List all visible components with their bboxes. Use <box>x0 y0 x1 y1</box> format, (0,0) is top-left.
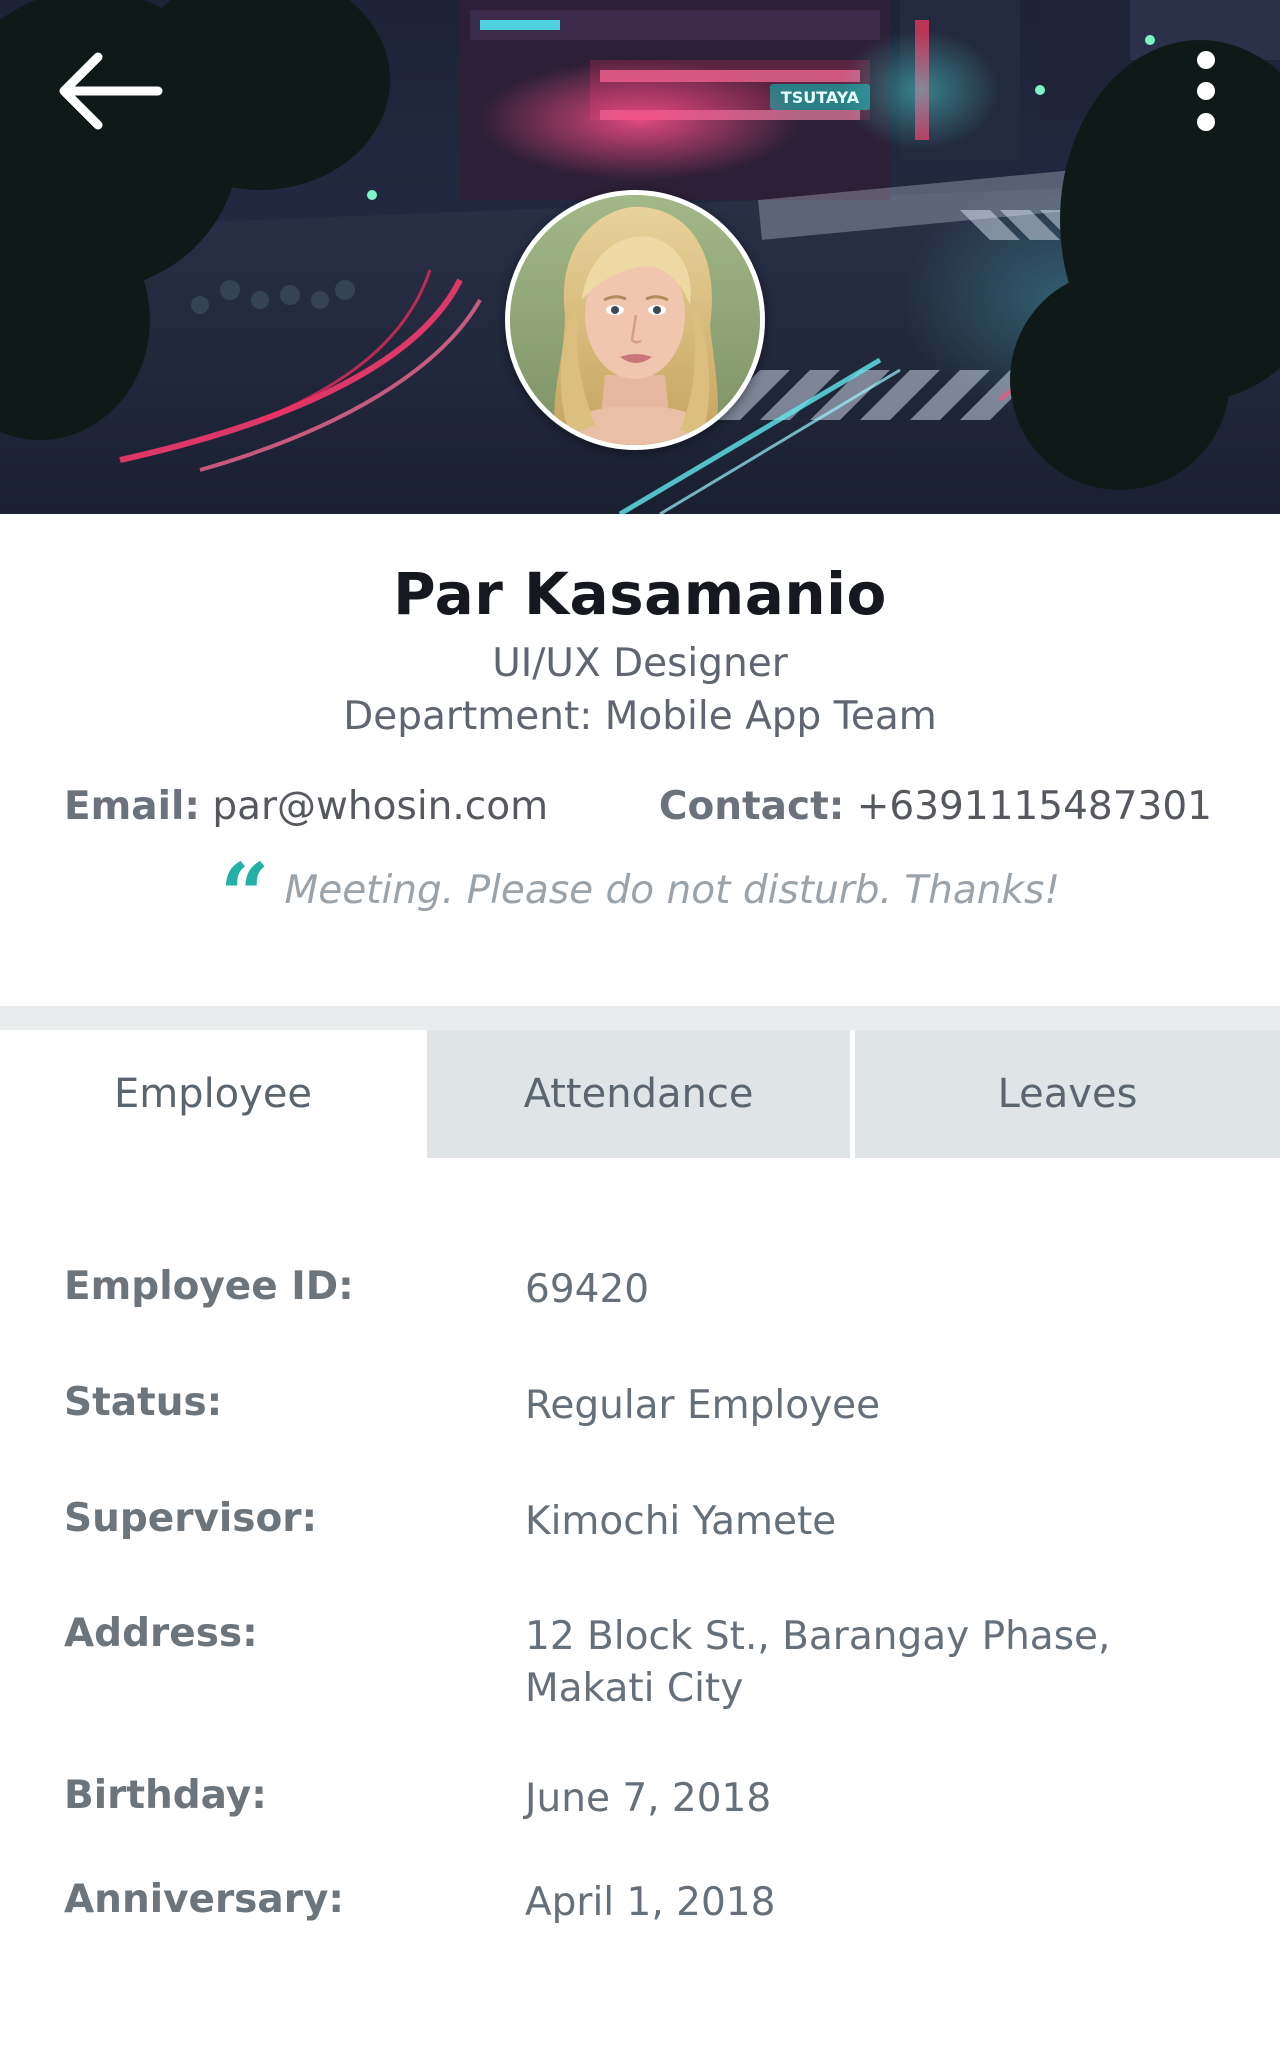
profile-header: TSUTAYA <box>0 0 1280 514</box>
email-info: Email: par@whosin.com <box>64 784 548 829</box>
profile-photo <box>510 195 760 445</box>
tab-employee[interactable]: Employee <box>0 1030 426 1158</box>
anniversary-value: April 1, 2018 <box>525 1880 776 1925</box>
employee-name: Par Kasamanio <box>393 560 887 628</box>
employee-id-value: 69420 <box>525 1267 650 1312</box>
tab-attendance[interactable]: Attendance <box>427 1030 850 1158</box>
birthday-value: June 7, 2018 <box>525 1776 772 1821</box>
department: Department: Mobile App Team <box>343 694 937 739</box>
tab-leaves[interactable]: Leaves <box>855 1030 1280 1158</box>
status-message-text: Meeting. Please do not disturb. Thanks! <box>284 868 1061 913</box>
job-title: UI/UX Designer <box>492 641 788 686</box>
address-value: 12 Block St., Barangay Phase, Makati Cit… <box>525 1614 1111 1711</box>
quote-icon: “ <box>219 845 270 946</box>
address-label: Address: <box>64 1611 258 1656</box>
anniversary-label: Anniversary: <box>64 1877 344 1922</box>
status-label: Status: <box>64 1380 223 1425</box>
supervisor-value: Kimochi Yamete <box>525 1499 837 1544</box>
section-divider <box>0 1006 1280 1030</box>
supervisor-label: Supervisor: <box>64 1496 318 1541</box>
contact-label: Contact: <box>658 784 845 829</box>
back-button[interactable] <box>54 46 166 136</box>
contact-info: Contact: +6391115487301 <box>659 784 1212 829</box>
arrow-left-icon <box>59 52 163 130</box>
email-label: Email: <box>64 784 200 829</box>
status-value: Regular Employee <box>525 1383 881 1428</box>
employee-id-label: Employee ID: <box>64 1264 354 1309</box>
avatar <box>505 190 765 450</box>
status-message: “ Meeting. Please do not disturb. Thanks… <box>0 845 1280 946</box>
birthday-label: Birthday: <box>64 1773 267 1818</box>
more-vertical-icon <box>1197 51 1215 131</box>
more-options-button[interactable] <box>1180 44 1232 144</box>
email-value[interactable]: par@whosin.com <box>212 784 548 829</box>
contact-value[interactable]: +6391115487301 <box>857 784 1212 829</box>
